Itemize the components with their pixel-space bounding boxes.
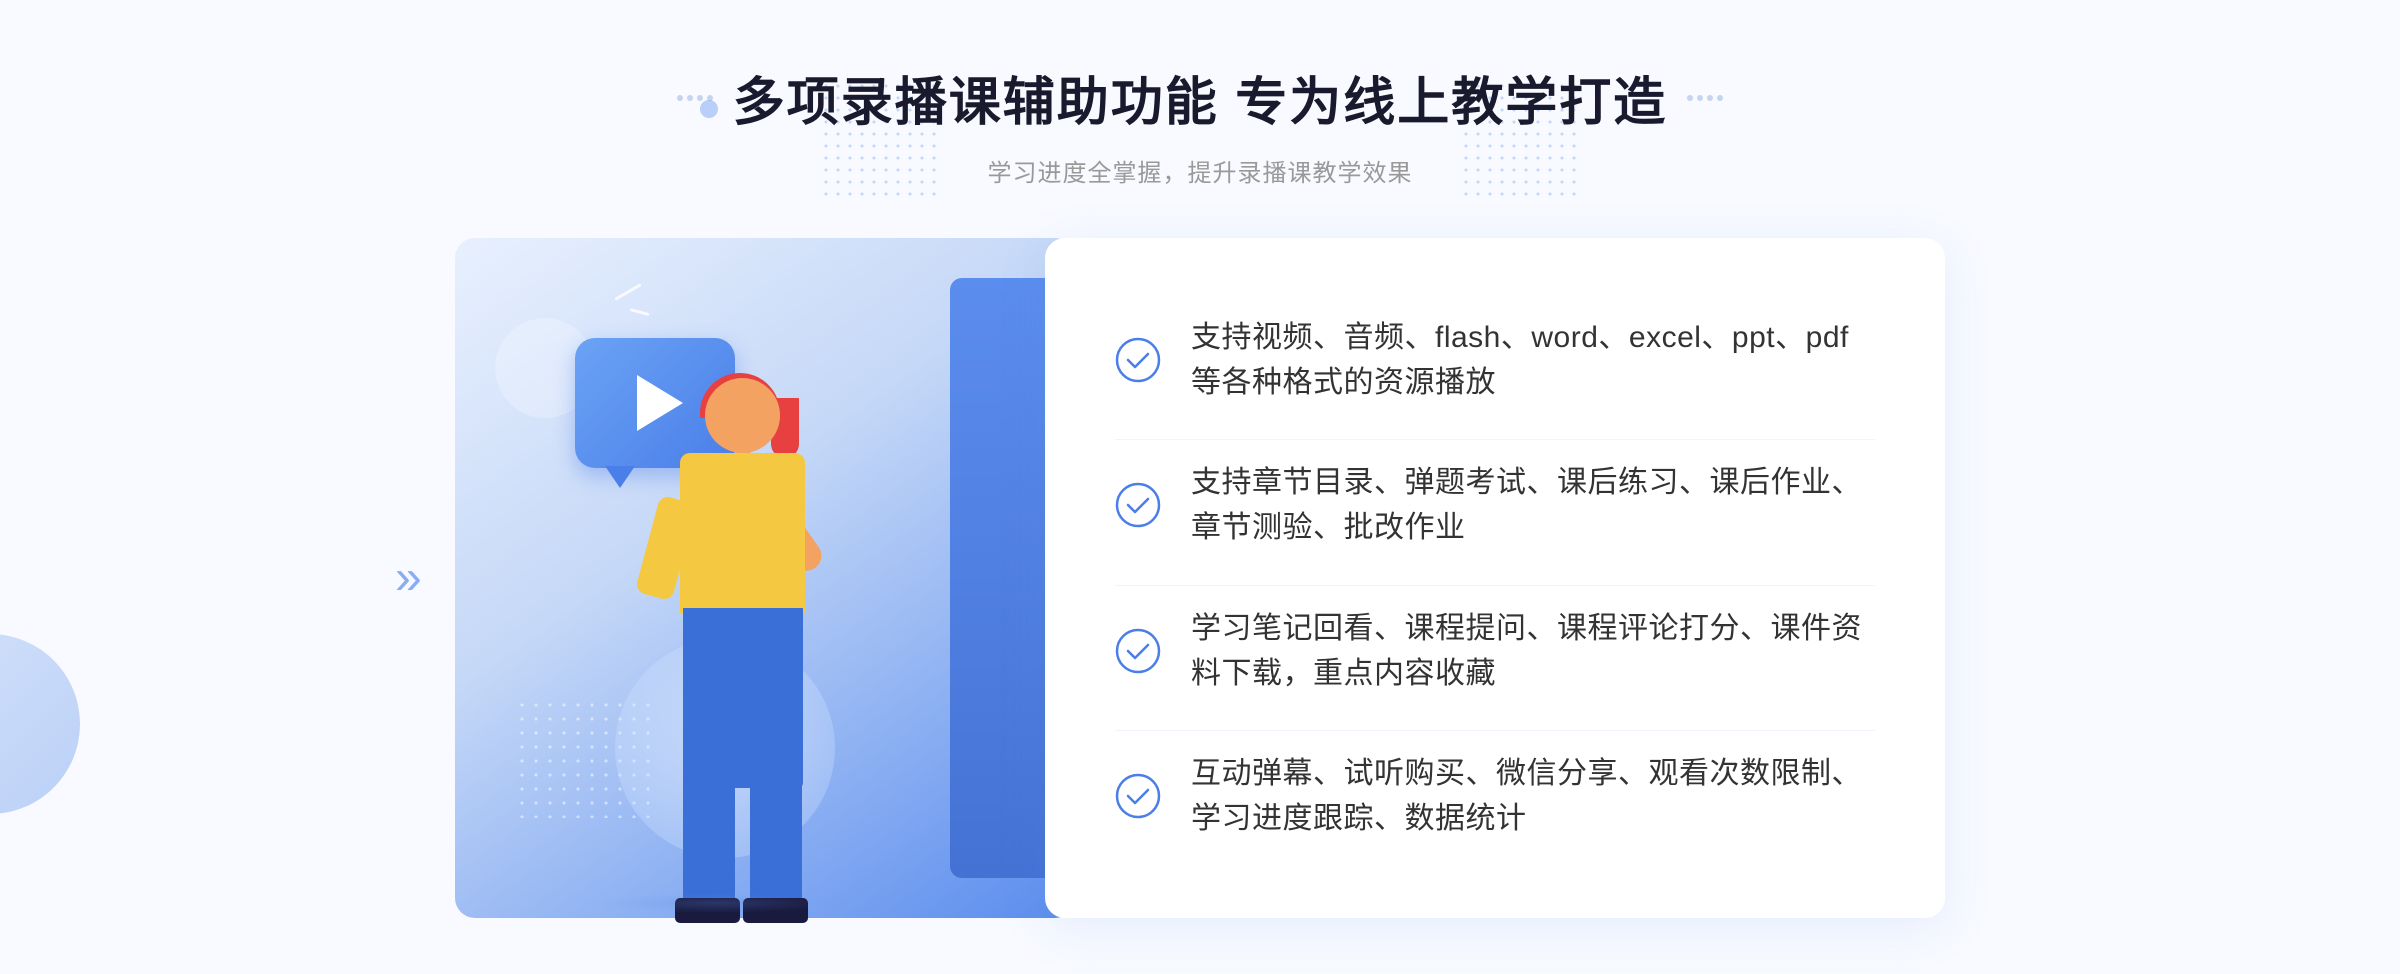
title-decorator-right — [1687, 95, 1723, 101]
ray-1 — [614, 283, 641, 301]
check-icon-1 — [1115, 337, 1161, 383]
feature-item-2: 支持章节目录、弹题考试、课后练习、课后作业、章节测验、批改作业 — [1115, 439, 1875, 570]
person-body — [680, 453, 805, 613]
check-icon-3 — [1115, 628, 1161, 674]
chevron-left: » — [395, 551, 422, 606]
check-icon-2 — [1115, 482, 1161, 528]
person-head — [705, 378, 780, 453]
feature-item-1: 支持视频、音频、flash、word、excel、ppt、pdf等各种格式的资源… — [1115, 295, 1875, 425]
feature-text-1: 支持视频、音频、flash、word、excel、ppt、pdf等各种格式的资源… — [1191, 315, 1875, 405]
header-section: 多项录播课辅助功能 专为线上教学打造 学习进度全掌握，提升录播课教学效果 — [677, 60, 1723, 188]
features-panel: 支持视频、音频、flash、word、excel、ppt、pdf等各种格式的资源… — [1045, 238, 1945, 918]
check-icon-4 — [1115, 773, 1161, 819]
person-illustration — [585, 378, 885, 918]
feature-text-3: 学习笔记回看、课程提问、课程评论打分、课件资料下载，重点内容收藏 — [1191, 606, 1875, 696]
title-row: 多项录播课辅助功能 专为线上教学打造 — [677, 60, 1723, 135]
feature-text-2: 支持章节目录、弹题考试、课后练习、课后作业、章节测验、批改作业 — [1191, 460, 1875, 550]
feature-text-4: 互动弹幕、试听购买、微信分享、观看次数限制、学习进度跟踪、数据统计 — [1191, 751, 1875, 841]
person-pants — [683, 608, 803, 788]
page-wrapper: 多项录播课辅助功能 专为线上教学打造 学习进度全掌握，提升录播课教学效果 — [0, 0, 2400, 974]
ground-shadow — [595, 893, 835, 913]
person-leg-right — [750, 778, 802, 908]
subtitle: 学习进度全掌握，提升录播课教学效果 — [677, 153, 1723, 188]
feature-item-3: 学习笔记回看、课程提问、课程评论打分、课件资料下载，重点内容收藏 — [1115, 585, 1875, 716]
main-title: 多项录播课辅助功能 专为线上教学打造 — [733, 60, 1667, 135]
content-area: » 支持视频、音频、flash、word、excel、ppt、pdf等各种格式的… — [400, 238, 2000, 918]
image-card: » — [455, 238, 1075, 918]
figure-container — [535, 358, 935, 918]
feature-item-4: 互动弹幕、试听购买、微信分享、观看次数限制、学习进度跟踪、数据统计 — [1115, 730, 1875, 861]
deco-circle-bottom-left — [0, 634, 80, 814]
float-dot-1 — [700, 100, 718, 118]
ray-2 — [630, 308, 650, 316]
person-leg-left — [683, 778, 735, 908]
